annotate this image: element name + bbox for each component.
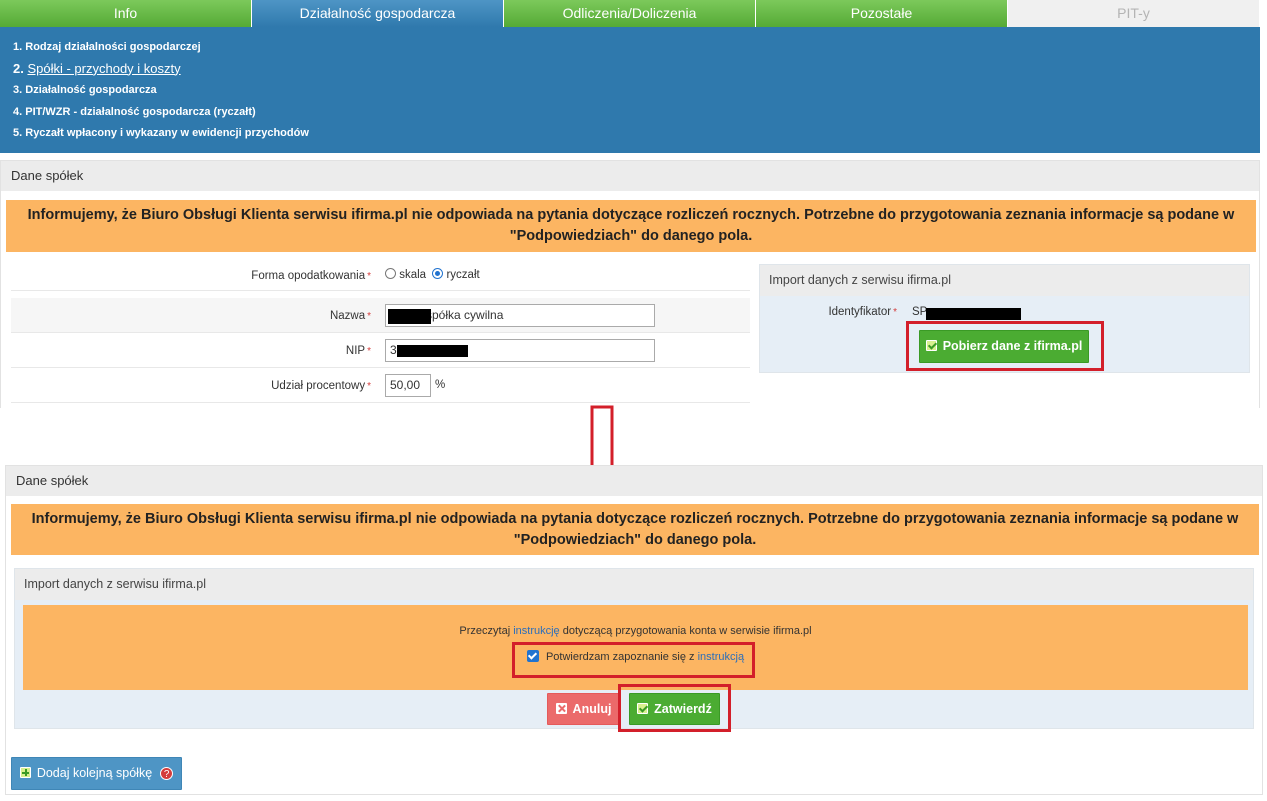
row-tax-form: Forma opodatkowania * skala ryczałt [11,261,750,291]
nip-label: NIP * [345,345,371,357]
redacted-block [926,308,1021,320]
share-label: Udział procentowy * [271,380,371,392]
step-3[interactable]: 3. Działalność gospodarcza [13,83,1260,105]
share-input[interactable]: 50,00 [385,374,431,397]
companies-panel-after: Dane spółek Informujemy, że Biuro Obsług… [5,465,1263,795]
step-label: Ryczałt wpłacony i wykazany w ewidencji … [25,127,309,139]
cancel-button[interactable]: Anuluj [547,693,620,725]
read-instructions-text: Przeczytaj instrukcję dotyczącą przygoto… [459,625,812,637]
radio-skala[interactable] [385,268,396,279]
close-icon [555,703,567,714]
radio-ryczalt-label: ryczałt [446,269,480,281]
instructions-link[interactable]: instrukcję [513,625,559,637]
step-label: Spółki - przychody i koszty [27,60,181,76]
step-label: Rodzaj działalności gospodarczej [25,41,201,53]
step-label: PIT/WZR - działalność gospodarcza (rycza… [25,105,256,118]
companies-panel-before: Dane spółek Informujemy, że Biuro Obsług… [0,160,1260,408]
panel-title: Dane spółek [6,466,1262,496]
confirm-label: Potwierdzam zapoznanie się z [545,651,695,663]
step-navigation: 1. Rodzaj działalności gospodarczej 2. S… [0,27,1260,153]
instructions-banner: Przeczytaj instrukcję dotyczącą przygoto… [23,605,1248,690]
confirm-checkbox[interactable] [526,650,539,662]
step-4[interactable]: 4. PIT/WZR - działalność gospodarcza (ry… [13,105,1260,127]
name-label: Nazwa * [329,310,371,322]
import-box: Import danych z serwisu ifirma.pl Identy… [759,264,1250,373]
fetch-data-button[interactable]: Pobierz dane z ifirma.pl [919,330,1089,363]
tax-form-label: Forma opodatkowania * [251,270,371,282]
step-number: 4. [13,105,23,118]
import-dialog: Import danych z serwisu ifirma.pl Przecz… [14,568,1254,729]
info-banner: Informujemy, że Biuro Obsługi Klienta se… [6,200,1256,252]
row-nip: NIP * 3 [11,333,750,368]
step-number: 3. [13,84,23,96]
instructions-link-2[interactable]: instrukcją [698,651,744,663]
main-tabs: Info Działalność gospodarcza Odliczenia/… [0,0,1260,27]
info-message: Informujemy, że Biuro Obsługi Klienta se… [27,207,1235,244]
tab-pit: PIT-y [1008,0,1260,27]
radio-ryczalt[interactable] [432,268,444,279]
required-mark: * [367,271,371,282]
tab-info[interactable]: Info [0,0,252,27]
panel-title: Dane spółek [1,161,1259,191]
import-dialog-title: Import danych z serwisu ifirma.pl [15,569,1253,600]
import-box-title: Import danych z serwisu ifirma.pl [760,265,1249,296]
plus-icon [19,767,31,778]
info-message: Informujemy, że Biuro Obsługi Klienta se… [31,511,1239,548]
tab-dzialalnosc[interactable]: Działalność gospodarcza [252,0,504,27]
radio-skala-label: skala [399,269,427,281]
identifier-label: Identyfikator * [828,306,897,318]
help-icon[interactable]: ? [160,767,174,780]
step-5[interactable]: 5. Ryczałt wpłacony i wykazany w ewidenc… [13,126,1260,148]
submit-button[interactable]: Zatwierdź [629,693,720,725]
tab-odliczenia[interactable]: Odliczenia/Doliczenia [504,0,756,27]
step-2[interactable]: 2. Spółki - przychody i koszty [13,60,1260,84]
redacted-block [397,345,468,357]
check-icon [637,703,649,714]
redacted-block [388,309,431,324]
share-unit: % [435,379,446,391]
step-number: 5. [13,127,23,139]
check-icon [925,340,937,351]
row-name: Nazwa * spółka cywilna [11,298,750,333]
step-label: Działalność gospodarcza [25,84,157,96]
step-number: 1. [13,41,23,53]
tab-pozostale[interactable]: Pozostałe [756,0,1008,27]
confirm-row: Potwierdzam zapoznanie się z instrukcją [23,650,1248,663]
info-banner: Informujemy, że Biuro Obsługi Klienta se… [11,504,1259,555]
row-share: Udział procentowy * 50,00 % [11,368,750,403]
step-number: 2. [13,60,24,76]
step-1[interactable]: 1. Rodzaj działalności gospodarczej [13,40,1260,62]
add-company-button[interactable]: Dodaj kolejną spółkę? [11,757,182,790]
